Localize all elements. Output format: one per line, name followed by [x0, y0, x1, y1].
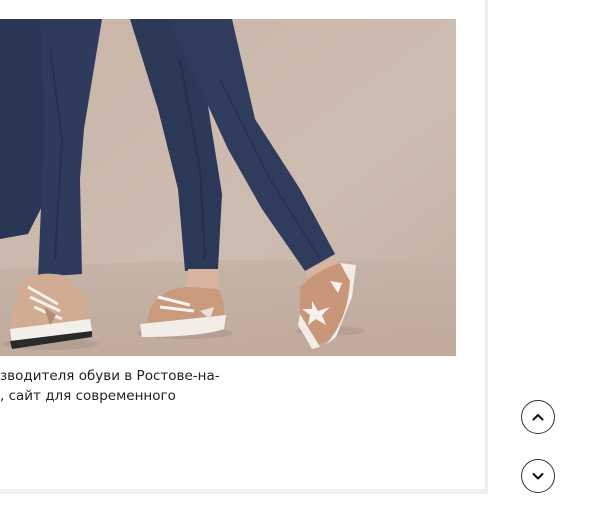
project-card: зводителя обуви в Ростове-на- , сайт для… — [0, 0, 488, 494]
description-line: , сайт для современного — [0, 388, 176, 404]
project-image[interactable] — [0, 19, 456, 356]
project-description: зводителя обуви в Ростове-на- , сайт для… — [0, 366, 470, 406]
scroll-up-button[interactable] — [521, 400, 555, 434]
description-line: зводителя обуви в Ростове-на- — [0, 368, 220, 384]
chevron-down-icon — [532, 473, 544, 480]
chevron-up-icon — [532, 414, 544, 421]
page: зводителя обуви в Ростове-на- , сайт для… — [0, 0, 609, 527]
scroll-down-button[interactable] — [521, 459, 555, 493]
